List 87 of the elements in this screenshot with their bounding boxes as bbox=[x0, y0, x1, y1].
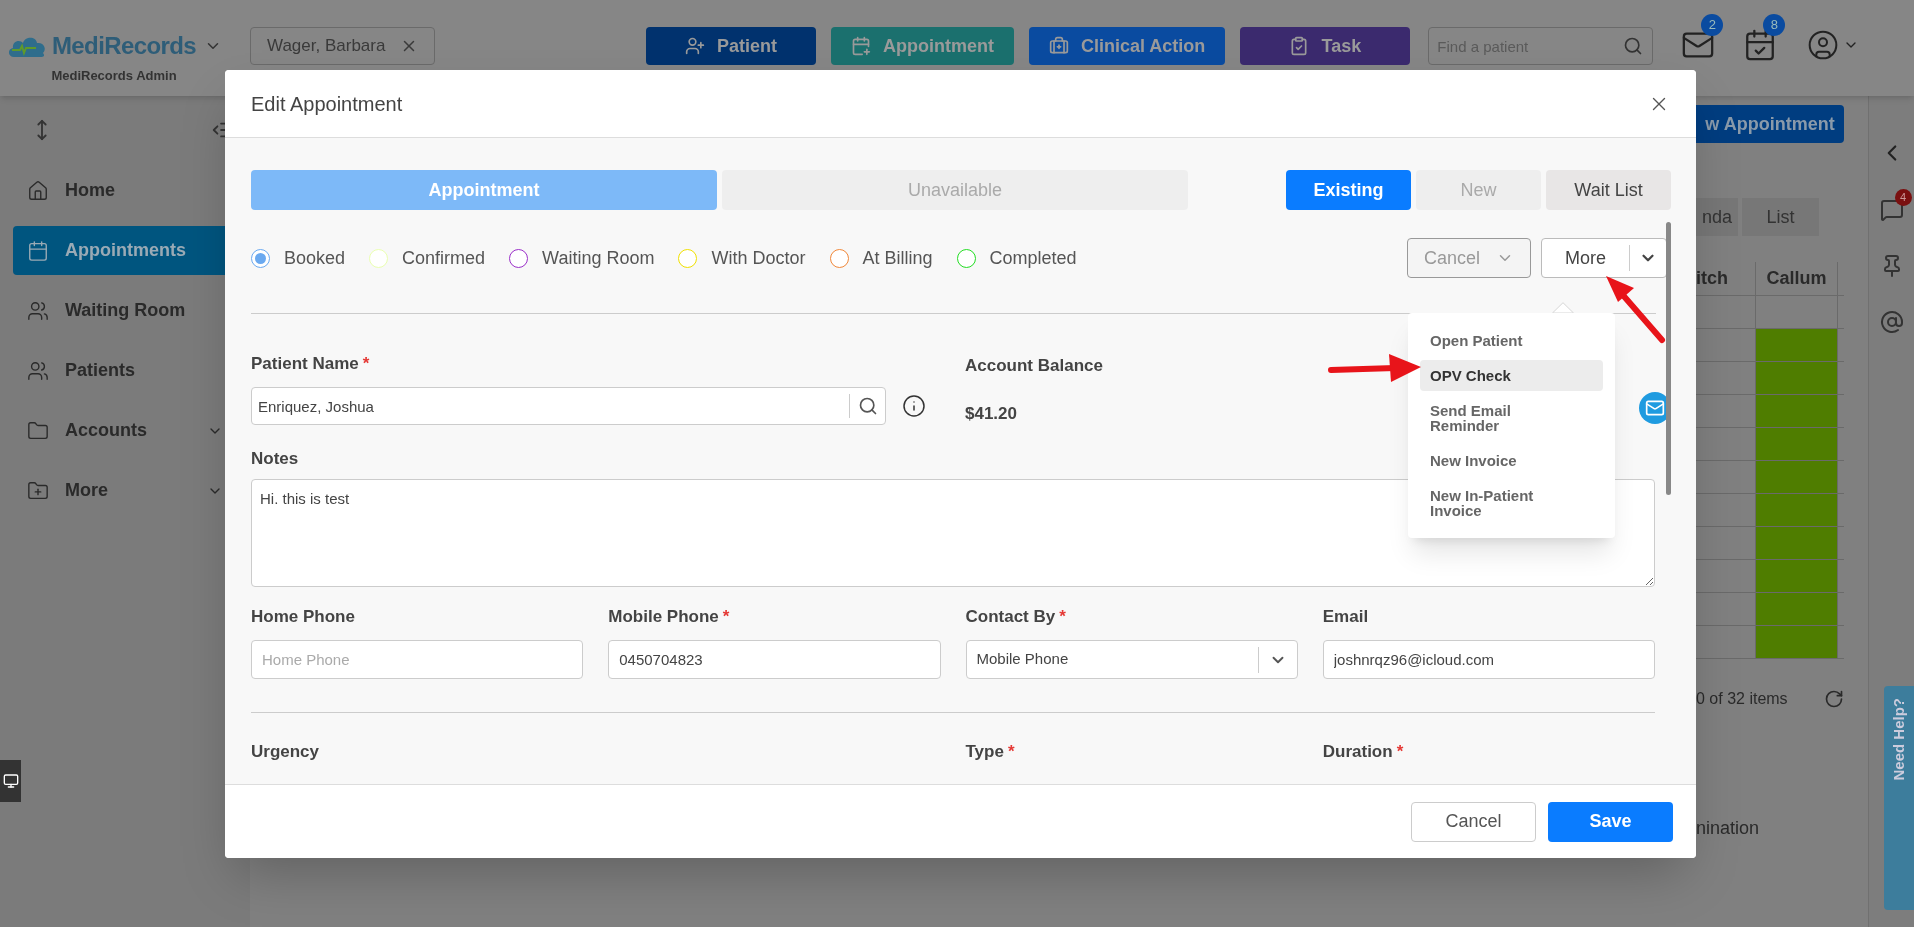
menu-item[interactable]: Open Patient bbox=[1420, 325, 1603, 356]
action-button[interactable]: Task bbox=[1240, 27, 1411, 65]
patient-chip-name: Wager, Barbara bbox=[267, 35, 386, 58]
count-badge: 2 bbox=[1701, 14, 1724, 36]
info-icon[interactable] bbox=[902, 394, 926, 418]
save-button[interactable]: Save bbox=[1548, 801, 1673, 842]
status-radio[interactable] bbox=[956, 248, 976, 268]
status-radio[interactable] bbox=[509, 248, 529, 268]
more-button[interactable]: More bbox=[1541, 238, 1667, 278]
field-label: Account Balance bbox=[965, 355, 1103, 377]
search-icon[interactable] bbox=[858, 396, 878, 416]
dialog-title: Edit Appointment bbox=[251, 91, 403, 117]
action-button[interactable]: Patient bbox=[646, 27, 816, 65]
users-icon bbox=[27, 359, 49, 382]
search-icon[interactable] bbox=[1623, 36, 1644, 56]
required-mark: * bbox=[362, 353, 370, 375]
nav-item[interactable]: Accounts bbox=[13, 406, 237, 455]
field-label: Mobile Phone bbox=[608, 606, 719, 628]
action-button[interactable]: Appointment bbox=[831, 27, 1014, 65]
clipboard-icon bbox=[1289, 36, 1310, 56]
field-label: Notes bbox=[251, 448, 299, 470]
account-name: MediRecords Admin bbox=[51, 67, 177, 85]
scrollbar-thumb[interactable] bbox=[1666, 222, 1671, 495]
cancel-button[interactable]: Cancel bbox=[1411, 801, 1536, 842]
monitor-icon[interactable] bbox=[2, 773, 19, 789]
nav-item[interactable]: Patients bbox=[13, 346, 237, 395]
status-radio[interactable] bbox=[829, 248, 849, 268]
menu-item[interactable]: New In-Patient Invoice bbox=[1420, 480, 1603, 526]
status-label: Confirmed bbox=[402, 246, 486, 270]
help-tab[interactable]: Need Help? bbox=[1884, 686, 1914, 910]
column-header: itch bbox=[1696, 267, 1729, 290]
user-plus-icon bbox=[685, 36, 705, 56]
menu-item[interactable]: OPV Check bbox=[1420, 360, 1603, 391]
pager-text: 0 of 32 items bbox=[1696, 689, 1788, 709]
view-tab[interactable]: List bbox=[1742, 198, 1819, 236]
user-avatar-icon[interactable] bbox=[1807, 29, 1840, 61]
contact-by-select[interactable]: Mobile Phone bbox=[965, 640, 1298, 679]
mode-tab[interactable]: Appointment bbox=[251, 170, 717, 210]
patient-chip[interactable]: Wager, Barbara bbox=[250, 27, 435, 65]
field-label: Patient Name bbox=[251, 353, 359, 375]
count-badge: 8 bbox=[1763, 14, 1786, 36]
mention-icon[interactable] bbox=[1879, 310, 1904, 334]
field-label: Email bbox=[1322, 606, 1369, 628]
new-appointment-button[interactable]: w Appointment bbox=[1696, 105, 1844, 143]
menu-item[interactable]: New Invoice bbox=[1420, 445, 1603, 476]
patient-type-tab[interactable]: Wait List bbox=[1546, 170, 1671, 210]
count-badge: 4 bbox=[1894, 189, 1912, 206]
status-radio[interactable] bbox=[251, 248, 270, 268]
nav-item[interactable]: Home bbox=[13, 166, 237, 215]
status-label: Waiting Room bbox=[542, 246, 655, 270]
view-tab[interactable]: nda bbox=[1696, 198, 1738, 236]
home-icon bbox=[27, 179, 49, 202]
field-label: Contact By bbox=[965, 606, 1056, 628]
logo-text: MediRecords bbox=[51, 31, 197, 61]
field-label: Urgency bbox=[251, 741, 320, 763]
menu-item[interactable]: Send Email Reminder bbox=[1420, 395, 1603, 441]
status-label: At Billing bbox=[862, 246, 933, 270]
status-label: Completed bbox=[989, 246, 1077, 270]
users-icon bbox=[27, 299, 49, 322]
account-balance: $41.20 bbox=[965, 402, 1018, 425]
action-button[interactable]: Clinical Action bbox=[1029, 27, 1226, 65]
text-field[interactable]: joshnrqz96@icloud.com bbox=[1322, 640, 1655, 679]
calendar-plus-icon bbox=[851, 36, 871, 56]
folder-icon bbox=[27, 419, 49, 442]
folder-plus-icon bbox=[27, 479, 49, 502]
field-label: Duration bbox=[1322, 741, 1393, 763]
field-label: Type bbox=[965, 741, 1004, 763]
field-label: Home Phone bbox=[251, 606, 355, 628]
medical-case-icon bbox=[1049, 36, 1069, 56]
column-header: Callum bbox=[1755, 262, 1838, 295]
status-label: Booked bbox=[284, 246, 346, 270]
text-field[interactable]: 0450704823 bbox=[608, 640, 941, 679]
required-mark: * bbox=[1007, 741, 1015, 763]
calendar-icon bbox=[27, 239, 49, 262]
mode-tab[interactable]: Unavailable bbox=[722, 170, 1188, 210]
nav-item[interactable]: Waiting Room bbox=[13, 286, 237, 335]
patient-type-tab[interactable]: Existing bbox=[1286, 170, 1411, 210]
refresh-icon[interactable] bbox=[1824, 689, 1844, 709]
required-mark: * bbox=[1396, 741, 1404, 763]
patient-name-field[interactable]: Enriquez, Joshua bbox=[251, 387, 886, 425]
required-mark: * bbox=[1059, 606, 1066, 628]
text-field[interactable]: Home Phone bbox=[251, 640, 584, 679]
email-icon[interactable] bbox=[1645, 398, 1665, 418]
required-mark: * bbox=[722, 606, 730, 628]
status-label: With Doctor bbox=[711, 246, 806, 270]
row-text: nination bbox=[1696, 817, 1761, 840]
nav-item[interactable]: More bbox=[13, 466, 237, 515]
